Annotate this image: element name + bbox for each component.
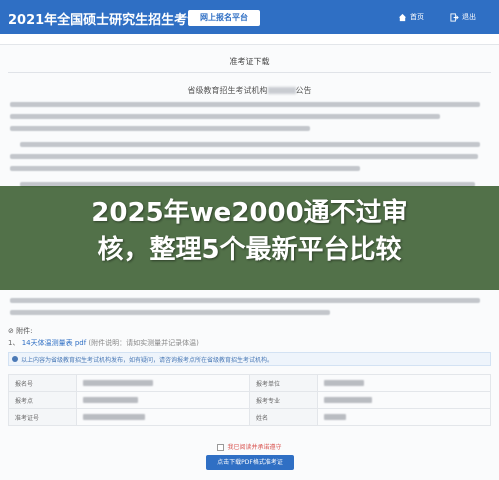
redacted-value <box>83 380 153 386</box>
blurred-text-line <box>10 126 310 131</box>
headline: 2025年we2000通不过审 核，整理5个最新平台比较 <box>0 195 499 269</box>
exit-icon <box>450 12 459 22</box>
notice-title-suffix: 公告 <box>295 86 312 95</box>
section-divider <box>8 72 491 73</box>
agreement-text: 我已阅读并承诺遵守 <box>227 444 282 451</box>
home-icon <box>398 13 407 21</box>
paperclip-icon: ⊘ <box>8 327 17 335</box>
blurred-text-line <box>10 114 440 119</box>
redacted-name <box>267 87 296 94</box>
table-value <box>317 408 491 426</box>
nav-exit-link[interactable]: 退出 <box>450 12 476 22</box>
redacted-value <box>324 397 372 403</box>
nav-home-link[interactable]: 首页 <box>398 12 424 22</box>
table-label: 报名号 <box>8 374 77 392</box>
redacted-value <box>83 397 138 403</box>
agreement-checkbox[interactable] <box>217 444 225 451</box>
info-icon <box>12 356 18 362</box>
table-label: 报考专业 <box>249 391 318 409</box>
top-header-bar: 2021年全国硕士研究生招生考试 网上报名平台 首页 退出 <box>0 0 499 34</box>
table-row: 报名号 报考单位 <box>8 374 491 392</box>
redacted-value <box>83 414 145 420</box>
table-label: 报考点 <box>8 391 77 409</box>
blurred-text-line <box>10 154 478 159</box>
table-label: 姓名 <box>249 408 318 426</box>
attachment-link[interactable]: 14天体温测量表 pdf <box>22 339 86 347</box>
headline-line-1: 2025年we2000通不过审 <box>91 198 408 228</box>
attachment-index: 1、 <box>8 339 20 347</box>
blurred-text-line <box>10 102 480 107</box>
table-value <box>317 391 491 409</box>
attachment-note: (附件说明：请如实测量并记录体温) <box>88 339 199 347</box>
redacted-value <box>324 414 346 420</box>
nav-home-label: 首页 <box>410 13 424 21</box>
notice-title: 省级教育招生考试机构 公告 <box>0 85 499 96</box>
attachments-label-text: 附件: <box>16 327 33 335</box>
platform-badge[interactable]: 网上报名平台 <box>188 10 260 26</box>
site-title: 2021年全国硕士研究生招生考试 <box>8 13 201 28</box>
blurred-text-line <box>10 310 330 315</box>
blurred-text-line <box>20 142 480 147</box>
table-value <box>76 408 250 426</box>
agreement-row[interactable]: 我已阅读并承诺遵守 <box>0 442 499 451</box>
table-value <box>76 391 250 409</box>
info-bar: 以上内容为省级教育招生考试机构发布，如有疑问，请咨询报考点所在省级教育招生考试机… <box>8 352 491 366</box>
download-admission-ticket-button[interactable]: 点击下载PDF格式准考证 <box>206 455 294 470</box>
table-value <box>76 374 250 392</box>
table-label: 准考证号 <box>8 408 77 426</box>
nav-exit-label: 退出 <box>462 13 476 21</box>
redacted-value <box>324 380 364 386</box>
table-label: 报考单位 <box>249 374 318 392</box>
notice-title-text: 省级教育招生考试机构 <box>187 86 268 95</box>
blurred-text-line <box>10 298 480 303</box>
attachment-item: 1、 14天体温测量表 pdf (附件说明：请如实测量并记录体温) <box>8 338 199 348</box>
table-value <box>317 374 491 392</box>
blurred-text-line <box>10 166 360 171</box>
table-row: 报考点 报考专业 <box>8 391 491 409</box>
attachments-label: ⊘ 附件: <box>8 326 32 336</box>
info-bar-text: 以上内容为省级教育招生考试机构发布，如有疑问，请咨询报考点所在省级教育招生考试机… <box>21 357 274 364</box>
headline-line-2: 核，整理5个最新平台比较 <box>97 235 402 265</box>
section-title: 准考证下载 <box>229 57 270 66</box>
table-row: 准考证号 姓名 <box>8 408 491 426</box>
candidate-info-table: 报名号 报考单位 报考点 报考专业 准考证号 姓名 <box>8 374 491 426</box>
